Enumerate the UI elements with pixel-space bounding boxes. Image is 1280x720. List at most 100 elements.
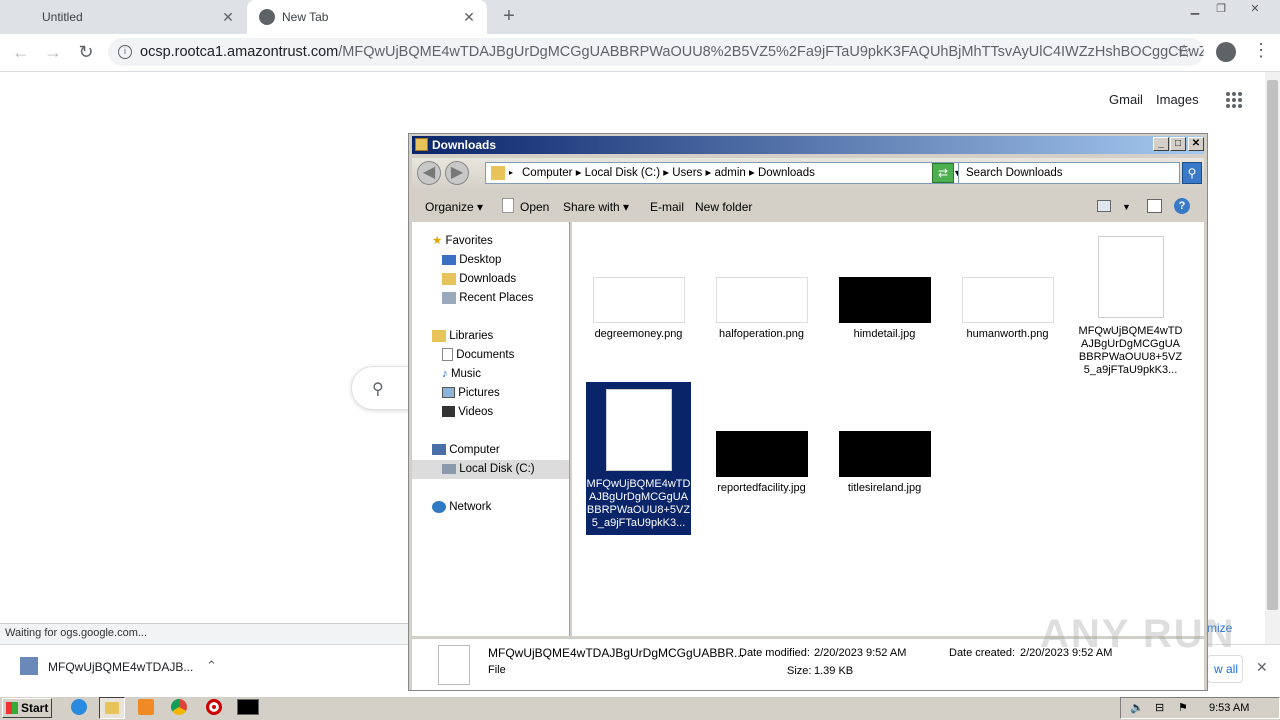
views-icon[interactable]: [1097, 200, 1111, 212]
new-tab-button[interactable]: +: [497, 6, 521, 28]
ie-icon[interactable]: [71, 699, 87, 715]
minimize-icon[interactable]: _: [1153, 137, 1169, 151]
chevron-down-icon[interactable]: ▼: [1122, 202, 1131, 212]
close-window-icon[interactable]: ✕: [1244, 2, 1266, 18]
images-link[interactable]: Images: [1156, 92, 1199, 107]
image-thumbnail: [592, 277, 685, 323]
file-name: himdetail.jpg: [853, 328, 916, 340]
close-tab-icon[interactable]: ✕: [220, 9, 236, 25]
share-with-button[interactable]: Share with ▾: [563, 200, 629, 214]
forward-icon[interactable]: →: [42, 42, 64, 64]
profile-avatar-icon[interactable]: [1216, 42, 1236, 62]
download-item[interactable]: MFQwUjBQME4wTDAJB...: [48, 660, 193, 674]
star-icon: ★: [432, 235, 443, 247]
file-icon: [502, 198, 514, 213]
reload-icon[interactable]: ↻: [75, 42, 97, 64]
volume-icon[interactable]: 🔈: [1130, 701, 1144, 714]
nav-local-disk[interactable]: Local Disk (C:): [412, 460, 569, 479]
media-player-icon[interactable]: [138, 699, 154, 715]
file-item[interactable]: degreemoney.png: [586, 277, 691, 341]
start-button[interactable]: Start: [2, 698, 52, 718]
crumb-local-disk[interactable]: Local Disk (C:): [585, 167, 660, 179]
scrollbar[interactable]: [1265, 72, 1280, 644]
nav-favorites[interactable]: ★ Favorites: [432, 232, 493, 251]
apps-grid-icon[interactable]: [1226, 92, 1242, 108]
help-icon[interactable]: ?: [1174, 198, 1190, 214]
nav-pictures[interactable]: Pictures: [442, 384, 500, 403]
crumb-downloads[interactable]: Downloads: [758, 167, 815, 179]
organize-button[interactable]: Organize ▾: [425, 200, 483, 214]
refresh-icon[interactable]: ⇄: [932, 163, 954, 183]
forward-icon[interactable]: ▶: [445, 161, 469, 185]
file-item[interactable]: titlesireland.jpg: [832, 431, 937, 495]
nav-desktop[interactable]: Desktop: [442, 251, 501, 270]
share-label: Share with: [563, 200, 620, 214]
status-bar: Waiting for ogs.google.com...: [0, 623, 408, 644]
folder-icon: [415, 138, 428, 151]
email-button[interactable]: E-mail: [650, 200, 684, 214]
address-bar[interactable]: i ocsp.rootca1.amazontrust.com/MFQwUjBQM…: [108, 38, 1204, 66]
watermark-logo: ANY RUN: [1040, 612, 1236, 656]
menu-kebab-icon[interactable]: ⋮: [1252, 40, 1270, 61]
crumb-admin[interactable]: admin: [714, 167, 745, 179]
close-icon[interactable]: ✕: [1188, 137, 1204, 151]
nav-documents[interactable]: Documents: [442, 346, 514, 365]
nav-videos[interactable]: Videos: [442, 403, 493, 422]
new-folder-button[interactable]: New folder: [695, 200, 752, 214]
nav-libraries[interactable]: Libraries: [432, 327, 493, 346]
nav-downloads[interactable]: Downloads: [442, 270, 516, 289]
close-shelf-icon[interactable]: ✕: [1256, 659, 1268, 676]
computer-icon: [432, 444, 446, 456]
maximize-icon[interactable]: □: [1170, 137, 1186, 151]
file-item[interactable]: halfoperation.png: [709, 277, 814, 341]
open-button[interactable]: Open: [520, 200, 549, 214]
flag-icon[interactable]: ⚑: [1178, 701, 1188, 714]
back-icon[interactable]: ◀: [417, 161, 441, 185]
chevron-down-icon[interactable]: ▸: [509, 163, 513, 183]
nav-computer[interactable]: Computer: [432, 441, 500, 460]
crumb-computer[interactable]: Computer: [522, 167, 573, 179]
explorer-taskbar-button[interactable]: [99, 697, 125, 719]
music-icon: ♪: [442, 368, 448, 380]
windows-logo-icon: [6, 702, 18, 714]
clock: 9:53 AM: [1209, 702, 1250, 714]
opera-icon[interactable]: [206, 699, 222, 715]
network-icon[interactable]: ⊟: [1155, 701, 1164, 714]
search-icon: ⚲: [372, 381, 384, 398]
desktop-icon: [442, 254, 456, 265]
file-list: degreemoney.png halfoperation.png himdet…: [572, 222, 1204, 636]
folder-icon: [491, 166, 505, 180]
document-icon: [605, 389, 672, 471]
start-label: Start: [21, 701, 49, 715]
window-title-text: Downloads: [432, 138, 497, 152]
file-icon: [20, 657, 38, 675]
tab-new-tab[interactable]: New Tab ✕: [247, 0, 487, 34]
nav-label: Favorites: [445, 235, 493, 247]
search-input[interactable]: Search Downloads: [958, 162, 1180, 184]
nav-music[interactable]: ♪ Music: [442, 365, 481, 384]
chevron-up-icon[interactable]: ⌃: [206, 658, 217, 674]
file-item[interactable]: himdetail.jpg: [832, 277, 937, 341]
file-item[interactable]: reportedfacility.jpg: [709, 431, 814, 495]
gmail-link[interactable]: Gmail: [1109, 92, 1143, 107]
crumb-users[interactable]: Users: [672, 167, 702, 179]
address-breadcrumb[interactable]: ▸ Computer ▸ Local Disk (C:) ▸ Users ▸ a…: [485, 162, 981, 184]
file-item[interactable]: MFQwUjBQME4wTDAJBgUrDgMCGgUABBRPWaOUU8+5…: [1078, 236, 1183, 377]
restore-icon[interactable]: ❐: [1210, 2, 1232, 18]
nav-network[interactable]: Network: [432, 498, 491, 517]
bookmark-star-icon[interactable]: ☆: [1176, 41, 1192, 62]
close-tab-icon[interactable]: ✕: [461, 9, 477, 25]
file-item[interactable]: humanworth.png: [955, 277, 1060, 341]
cmd-icon[interactable]: [237, 699, 259, 715]
nav-recent-places[interactable]: Recent Places: [442, 289, 533, 308]
file-item-selected[interactable]: MFQwUjBQME4wTDAJBgUrDgMCGgUABBRPWaOUU8+5…: [586, 382, 691, 535]
show-all-button[interactable]: w all: [1207, 655, 1243, 683]
tab-untitled[interactable]: Untitled ✕: [8, 0, 246, 34]
back-icon[interactable]: ←: [10, 42, 32, 64]
search-icon[interactable]: ⚲: [1182, 162, 1202, 184]
system-tray: [1120, 697, 1280, 719]
info-icon[interactable]: i: [118, 45, 132, 59]
chrome-icon[interactable]: [171, 699, 187, 715]
minimize-icon[interactable]: ▁: [1184, 2, 1206, 18]
preview-pane-icon[interactable]: [1147, 199, 1162, 213]
